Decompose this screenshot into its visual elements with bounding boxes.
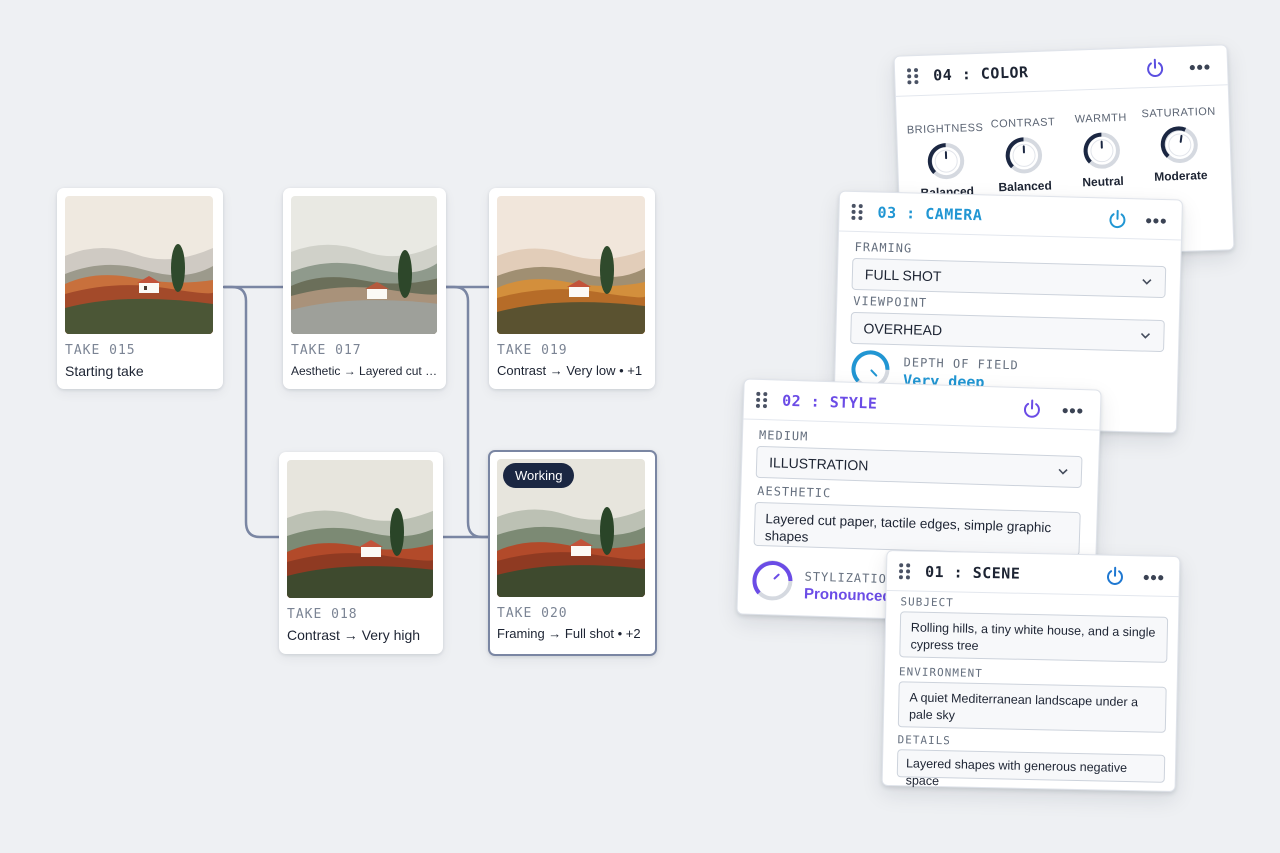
take-id: TAKE 020 xyxy=(497,606,568,621)
aesthetic-textarea[interactable]: Layered cut paper, tactile edges, simple… xyxy=(753,501,1081,557)
environment-textarea[interactable]: A quiet Mediterranean landscape under a … xyxy=(897,681,1167,733)
knob-label-saturation: SATURATION xyxy=(1141,105,1216,121)
take-description: Aesthetic → Layered cut pa... xyxy=(291,364,438,378)
take-id: TAKE 017 xyxy=(291,343,362,358)
drag-handle-icon[interactable] xyxy=(906,67,920,84)
medium-value: ILLUSTRATION xyxy=(768,454,869,474)
chevron-down-icon xyxy=(1140,332,1151,339)
take-description: Starting take xyxy=(65,363,144,379)
aesthetic-label: AESTHETIC xyxy=(757,483,832,501)
take-card-015[interactable]: TAKE 015 Starting take xyxy=(57,188,223,389)
medium-select[interactable]: ILLUSTRATION xyxy=(755,445,1083,489)
more-icon[interactable]: ••• xyxy=(1189,57,1212,78)
saturation-knob[interactable] xyxy=(1159,124,1200,165)
take-thumbnail xyxy=(497,196,645,334)
environment-label: ENVIRONMENT xyxy=(898,665,983,680)
panel-title: 01 : SCENE xyxy=(924,562,1021,583)
panel-title: 04 : COLOR xyxy=(932,62,1029,85)
knob-label-warmth: WARMTH xyxy=(1074,111,1128,126)
chevron-down-icon xyxy=(1142,278,1152,285)
panel-header: 01 : SCENE ••• xyxy=(886,550,1180,598)
viewpoint-value: OVERHEAD xyxy=(863,320,943,339)
more-icon[interactable]: ••• xyxy=(1145,211,1167,232)
take-thumbnail xyxy=(291,196,437,334)
panel-title: 03 : CAMERA xyxy=(877,203,983,224)
take-description: Contrast → Very low • +1 xyxy=(497,363,643,378)
drag-handle-icon[interactable] xyxy=(755,391,768,408)
take-description: Contrast → Very high xyxy=(287,627,421,643)
details-textarea[interactable]: Layered shapes with generous negative sp… xyxy=(896,749,1166,788)
medium-label: MEDIUM xyxy=(758,427,809,444)
power-icon[interactable] xyxy=(1105,566,1125,586)
subject-label: SUBJECT xyxy=(900,595,954,610)
drag-handle-icon[interactable] xyxy=(898,562,911,579)
take-thumbnail xyxy=(65,196,213,334)
working-badge: Working xyxy=(503,463,575,488)
knob-value-contrast: Balanced xyxy=(998,178,1053,195)
take-id: TAKE 015 xyxy=(65,343,136,358)
knob-label-brightness: BRIGHTNESS xyxy=(906,121,984,137)
stylization-knob[interactable] xyxy=(750,558,795,603)
stylization-label: STYLIZATION xyxy=(804,569,896,587)
knob-value-warmth: Neutral xyxy=(1082,173,1124,190)
take-id: TAKE 019 xyxy=(497,343,568,358)
take-card-020[interactable]: Working TAKE 020 Framing → Full shot • +… xyxy=(488,450,657,656)
viewpoint-label: VIEWPOINT xyxy=(853,293,928,310)
depth-of-field-label: DEPTH OF FIELD xyxy=(903,355,1019,373)
brightness-knob[interactable] xyxy=(926,140,967,181)
more-icon[interactable]: ••• xyxy=(1143,567,1165,587)
viewpoint-select[interactable]: OVERHEAD xyxy=(850,311,1165,353)
framing-select[interactable]: FULL SHOT xyxy=(851,257,1167,299)
subject-textarea[interactable]: Rolling hills, a tiny white house, and a… xyxy=(899,611,1169,663)
details-value: Layered shapes with generous negative sp… xyxy=(905,756,1128,789)
chevron-down-icon xyxy=(1058,468,1068,475)
drag-handle-icon[interactable] xyxy=(851,203,863,220)
take-description: Framing → Full shot • +2 xyxy=(497,626,641,641)
stylization-value: Pronounced xyxy=(803,585,892,606)
take-card-017[interactable]: TAKE 017 Aesthetic → Layered cut pa... xyxy=(283,188,446,389)
subject-value: Rolling hills, a tiny white house, and a… xyxy=(910,620,1156,653)
details-label: DETAILS xyxy=(897,733,952,748)
take-card-018[interactable]: TAKE 018 Contrast → Very high xyxy=(279,452,443,654)
contrast-knob[interactable] xyxy=(1003,135,1044,176)
knob-value-saturation: Moderate xyxy=(1153,168,1208,184)
warmth-knob[interactable] xyxy=(1081,130,1122,171)
take-card-019[interactable]: TAKE 019 Contrast → Very low • +1 xyxy=(489,188,655,389)
power-icon[interactable] xyxy=(1107,209,1128,230)
panel-title: 02 : STYLE xyxy=(781,391,878,413)
take-thumbnail xyxy=(287,460,433,598)
framing-value: FULL SHOT xyxy=(864,266,942,285)
power-icon[interactable] xyxy=(1145,57,1166,78)
knob-label-contrast: CONTRAST xyxy=(990,116,1056,131)
scene-panel[interactable]: 01 : SCENE ••• SUBJECT Rolling hills, a … xyxy=(881,549,1181,793)
more-icon[interactable]: ••• xyxy=(1062,400,1085,421)
take-id: TAKE 018 xyxy=(287,607,358,622)
power-icon[interactable] xyxy=(1022,398,1043,419)
aesthetic-value: Layered cut paper, tactile edges, simple… xyxy=(764,511,1052,545)
take-thumbnail: Working xyxy=(497,459,645,597)
framing-label: FRAMING xyxy=(854,239,913,256)
environment-value: A quiet Mediterranean landscape under a … xyxy=(908,690,1139,723)
